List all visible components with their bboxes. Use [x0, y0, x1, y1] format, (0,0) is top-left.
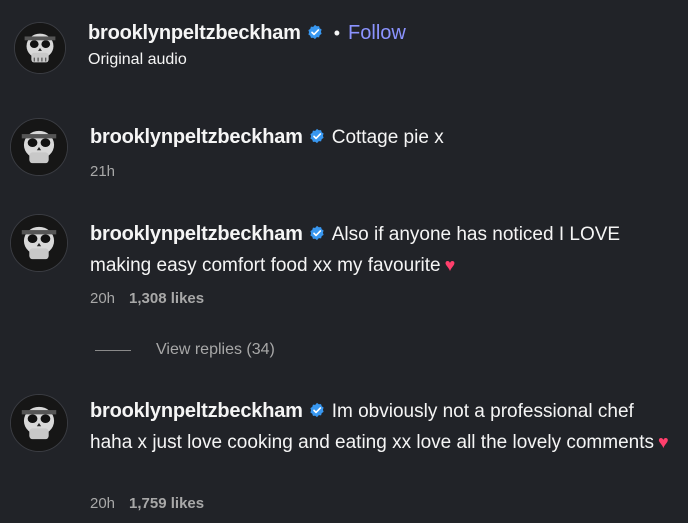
comment-username[interactable]: brooklynpeltzbeckham [90, 223, 303, 245]
avatar[interactable] [10, 394, 68, 452]
comment-time: 21h [90, 163, 116, 180]
header-username[interactable]: brooklynpeltzbeckham [88, 22, 301, 44]
skull-avatar-icon [11, 395, 67, 451]
comment-likes[interactable]: 1,308 likes [129, 290, 204, 307]
heart-icon: ♥ [444, 255, 456, 275]
audio-label[interactable]: Original audio [88, 51, 187, 69]
avatar[interactable] [10, 118, 68, 176]
comment-username[interactable]: brooklynpeltzbeckham [90, 126, 303, 148]
comment-meta: 21h [90, 163, 115, 180]
verified-badge-icon [310, 128, 324, 144]
comment-meta: 20h 1,308 likes [90, 290, 204, 307]
verified-badge-icon [310, 402, 324, 418]
comment-meta: 20h 1,759 likes [90, 495, 204, 512]
verified-badge-icon [310, 225, 324, 241]
view-replies-button[interactable]: View replies (34) [95, 341, 275, 359]
view-replies-label[interactable]: View replies (34) [156, 341, 275, 359]
skull-avatar-icon [11, 215, 67, 271]
comment-likes[interactable]: 1,759 likes [129, 495, 204, 512]
replies-divider [95, 349, 131, 351]
avatar[interactable] [10, 214, 68, 272]
comment: brooklynpeltzbeckham Also if anyone has n… [90, 219, 680, 281]
skull-avatar-icon [11, 119, 67, 175]
comment-time: 20h [90, 290, 116, 307]
post-header: brooklynpeltzbeckham • Follow [88, 20, 406, 46]
comment-text: Cottage pie x [331, 127, 444, 148]
comment: brooklynpeltzbeckham Im obviously not a p… [90, 396, 680, 458]
separator-dot: • [333, 23, 341, 43]
comment: brooklynpeltzbeckham Cottage pie x [90, 122, 680, 153]
heart-icon: ♥ [657, 432, 669, 452]
avatar[interactable] [14, 22, 66, 74]
comment-time: 20h [90, 495, 116, 512]
skull-avatar-icon [15, 23, 65, 73]
verified-badge-icon [308, 24, 322, 40]
follow-button[interactable]: Follow [348, 22, 406, 44]
comment-username[interactable]: brooklynpeltzbeckham [90, 400, 303, 422]
